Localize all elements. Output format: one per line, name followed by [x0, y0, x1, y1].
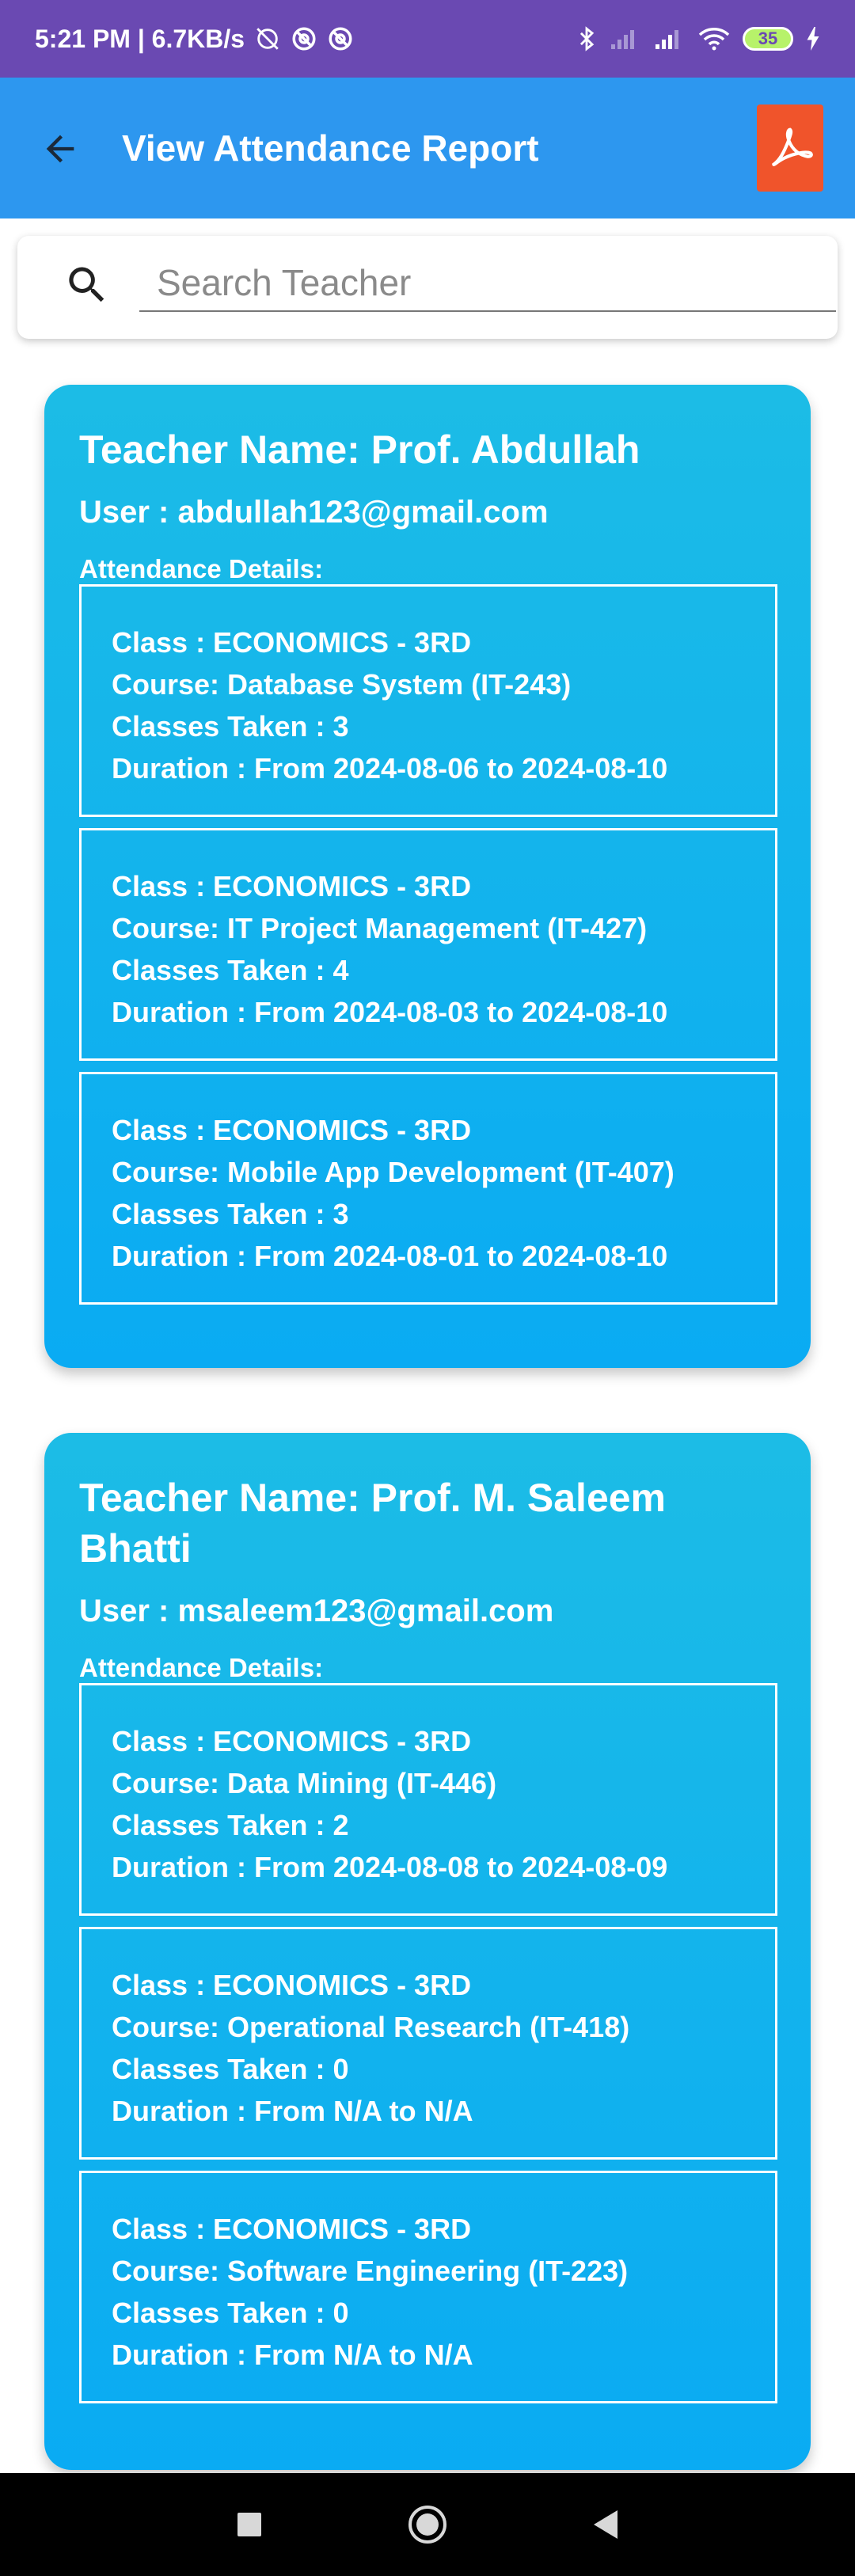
record-classes-taken: Classes Taken : 3 — [112, 1198, 349, 1230]
system-nav-bar — [0, 2473, 855, 2576]
record-classes-taken: Classes Taken : 3 — [112, 710, 349, 743]
record-class: Class : ECONOMICS - 3RD — [112, 1725, 472, 1757]
record-classes-taken: Classes Taken : 0 — [112, 2053, 349, 2085]
attendance-record: Class : ECONOMICS - 3RD Course: Software… — [79, 2171, 777, 2403]
arrow-back-icon[interactable] — [38, 127, 82, 171]
record-course: Course: Data Mining (IT-446) — [112, 1767, 497, 1799]
record-class: Class : ECONOMICS - 3RD — [112, 626, 472, 659]
status-right: 35 — [576, 25, 820, 52]
charging-icon — [806, 27, 820, 51]
teacher-name: Teacher Name: Prof. Abdullah — [79, 427, 640, 472]
record-course: Course: IT Project Management (IT-427) — [112, 912, 648, 944]
teacher-card[interactable]: Teacher Name: Prof. Abdullah User : abdu… — [44, 385, 811, 1368]
record-class: Class : ECONOMICS - 3RD — [112, 1114, 472, 1146]
recents-square-icon[interactable] — [226, 2501, 273, 2548]
attendance-record: Class : ECONOMICS - 3RD Course: Operatio… — [79, 1927, 777, 2160]
signal-icon — [654, 27, 686, 51]
page-title: View Attendance Report — [122, 127, 539, 169]
status-bar: 5:21 PM | 6.7KB/s 35 — [0, 0, 855, 78]
record-course: Course: Software Engineering (IT-223) — [112, 2255, 629, 2287]
record-course: Course: Mobile App Development (IT-407) — [112, 1156, 674, 1188]
record-class: Class : ECONOMICS - 3RD — [112, 1969, 472, 2001]
sync-icon — [291, 25, 317, 52]
record-classes-taken: Classes Taken : 0 — [112, 2297, 349, 2329]
teacher-user: User : abdullah123@gmail.com — [79, 495, 549, 530]
attendance-record: Class : ECONOMICS - 3RD Course: Mobile A… — [79, 1072, 777, 1305]
record-duration: Duration : From 2024-08-01 to 2024-08-10 — [112, 1240, 668, 1272]
attendance-details-label: Attendance Details: — [79, 1653, 324, 1682]
record-duration: Duration : From 2024-08-06 to 2024-08-10 — [112, 752, 668, 785]
record-course: Course: Operational Research (IT-418) — [112, 2011, 630, 2043]
record-class: Class : ECONOMICS - 3RD — [112, 870, 472, 902]
record-duration: Duration : From 2024-08-03 to 2024-08-10 — [112, 996, 668, 1028]
signal-icon — [610, 27, 641, 51]
attendance-details-label: Attendance Details: — [79, 554, 324, 583]
search-input[interactable] — [139, 255, 836, 312]
alarm-off-icon — [254, 25, 281, 52]
app-bar: View Attendance Report — [0, 78, 855, 218]
teacher-card[interactable]: Teacher Name: Prof. M. Saleem Bhatti Use… — [44, 1433, 811, 2470]
battery-icon: 35 — [743, 27, 793, 51]
record-class: Class : ECONOMICS - 3RD — [112, 2213, 472, 2245]
status-time-speed: 5:21 PM | 6.7KB/s — [35, 24, 245, 53]
record-duration: Duration : From N/A to N/A — [112, 2095, 473, 2127]
search-icon[interactable] — [63, 261, 111, 309]
record-duration: Duration : From N/A to N/A — [112, 2339, 473, 2371]
wifi-icon — [698, 27, 730, 51]
back-triangle-icon[interactable] — [582, 2501, 629, 2548]
record-course: Course: Database System (IT-243) — [112, 668, 572, 701]
teacher-user: User : msaleem123@gmail.com — [79, 1594, 554, 1628]
home-circle-icon[interactable] — [404, 2501, 451, 2548]
attendance-record: Class : ECONOMICS - 3RD Course: Data Min… — [79, 1683, 777, 1916]
attendance-record: Class : ECONOMICS - 3RD Course: IT Proje… — [79, 828, 777, 1061]
attendance-record: Class : ECONOMICS - 3RD Course: Database… — [79, 584, 777, 817]
record-classes-taken: Classes Taken : 4 — [112, 954, 349, 986]
search-bar — [17, 236, 838, 339]
pdf-icon[interactable] — [757, 104, 823, 192]
record-duration: Duration : From 2024-08-08 to 2024-08-09 — [112, 1851, 668, 1883]
bluetooth-icon — [576, 25, 597, 52]
status-left: 5:21 PM | 6.7KB/s — [35, 25, 354, 54]
record-classes-taken: Classes Taken : 2 — [112, 1809, 349, 1841]
teacher-name: Teacher Name: Prof. M. Saleem Bhatti — [79, 1476, 667, 1571]
sync-icon — [327, 25, 354, 52]
